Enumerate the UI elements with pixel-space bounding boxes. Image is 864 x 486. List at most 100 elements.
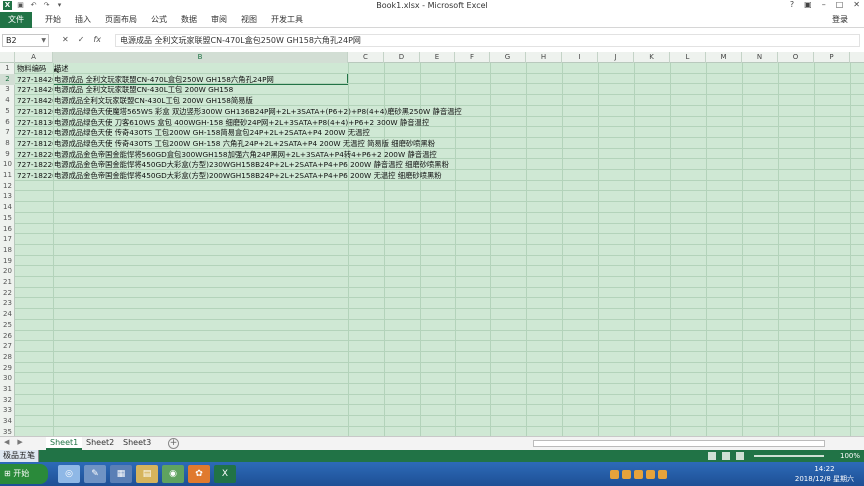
cell-a7[interactable]: 727-18120: [17, 127, 53, 138]
page-layout-view-icon[interactable]: [722, 452, 730, 460]
row-header-7[interactable]: 7: [0, 127, 15, 138]
tab-review[interactable]: 审阅: [204, 12, 234, 28]
cell-b11[interactable]: 电源成品金色帝国金能悍将450GD大彩盒(方型)200WGH158B24P+2L…: [54, 170, 442, 181]
enter-icon[interactable]: ✓: [78, 35, 85, 44]
cell-a2[interactable]: 727-18420: [17, 74, 53, 85]
excel-taskbar-icon[interactable]: X: [214, 465, 236, 483]
select-all-corner[interactable]: [0, 52, 15, 63]
tray-security-icon[interactable]: [634, 469, 643, 479]
cell-b2[interactable]: 电源成品 全利文玩家联盟CN-470L盒包250W GH158六角孔24P网: [54, 74, 274, 85]
cell-a5[interactable]: 727-18120: [17, 106, 53, 117]
column-header-b[interactable]: B: [53, 52, 348, 63]
zoom-level[interactable]: 100%: [840, 450, 860, 462]
row-header-3[interactable]: 3: [0, 84, 15, 95]
row-header-17[interactable]: 17: [0, 234, 15, 245]
page-break-view-icon[interactable]: [736, 452, 744, 460]
chevron-down-icon[interactable]: ▼: [41, 35, 46, 46]
cancel-icon[interactable]: ✕: [62, 35, 69, 44]
minimize-icon[interactable]: –: [822, 0, 826, 9]
column-header-g[interactable]: G: [490, 52, 526, 63]
column-header-d[interactable]: D: [384, 52, 420, 63]
row-header-13[interactable]: 13: [0, 191, 15, 202]
row-header-24[interactable]: 24: [0, 309, 15, 320]
wechat-icon[interactable]: ◉: [162, 465, 184, 483]
tab-view[interactable]: 视图: [234, 12, 264, 28]
cell-b5[interactable]: 电源成品绿色天使魔塔565WS 彩盒 双边竖形300W GH136B24P网+2…: [54, 106, 462, 117]
cell-b10[interactable]: 电源成品金色帝国金能悍将450GD大彩盒(方型)230WGH158B24P+2L…: [54, 159, 449, 170]
cell-a9[interactable]: 727-18220: [17, 149, 53, 160]
tool-icon[interactable]: ✎: [84, 465, 106, 483]
tray-keyboard-icon[interactable]: [610, 469, 619, 479]
row-header-26[interactable]: 26: [0, 331, 15, 342]
tray-network-icon[interactable]: [646, 469, 655, 479]
folder-icon[interactable]: ▤: [136, 465, 158, 483]
row-header-1[interactable]: 1: [0, 63, 15, 74]
row-header-19[interactable]: 19: [0, 256, 15, 267]
row-header-33[interactable]: 33: [0, 405, 15, 416]
clock[interactable]: 14:22 2018/12/8 星期六: [795, 464, 854, 484]
tab-home[interactable]: 开始: [38, 12, 68, 28]
ribbon-display-icon[interactable]: ▣: [804, 0, 812, 9]
worksheet-grid[interactable]: ABCDEFGHIJKLMNOP 1 2 3 4 5 6 7 8 9 10 11 12 13 14 15 16…: [0, 52, 864, 436]
cell-b6[interactable]: 电源成品绿色天使 刀客610WS 盒包 400WGH-158 细磨砂24P网+2…: [54, 117, 429, 128]
tab-insert[interactable]: 插入: [68, 12, 98, 28]
row-header-15[interactable]: 15: [0, 213, 15, 224]
row-header-29[interactable]: 29: [0, 363, 15, 374]
cell-b1[interactable]: 描述: [54, 63, 69, 74]
cell-a4[interactable]: 727-18420: [17, 95, 53, 106]
row-header-11[interactable]: 11: [0, 170, 15, 181]
column-header-h[interactable]: H: [526, 52, 562, 63]
cell-a8[interactable]: 727-18120: [17, 138, 53, 149]
column-header-o[interactable]: O: [778, 52, 814, 63]
row-header-31[interactable]: 31: [0, 384, 15, 395]
row-header-18[interactable]: 18: [0, 245, 15, 256]
ime-indicator[interactable]: 极品五笔: [0, 450, 39, 462]
name-box[interactable]: B2 ▼: [2, 34, 49, 47]
row-header-22[interactable]: 22: [0, 288, 15, 299]
cell-a6[interactable]: 727-18130: [17, 117, 53, 128]
column-header-i[interactable]: I: [562, 52, 598, 63]
row-header-5[interactable]: 5: [0, 106, 15, 117]
sheet-tab-3[interactable]: Sheet3: [119, 437, 155, 450]
login-link[interactable]: 登录: [832, 12, 848, 28]
column-header-k[interactable]: K: [634, 52, 670, 63]
column-header-m[interactable]: M: [706, 52, 742, 63]
column-header-c[interactable]: C: [348, 52, 384, 63]
row-header-32[interactable]: 32: [0, 395, 15, 406]
horizontal-scrollbar[interactable]: [533, 440, 825, 447]
cell-b3[interactable]: 电源成品 全利文玩家联盟CN-430L工包 200W GH158: [54, 84, 233, 95]
row-header-23[interactable]: 23: [0, 298, 15, 309]
add-sheet-icon[interactable]: +: [168, 438, 179, 449]
row-header-30[interactable]: 30: [0, 373, 15, 384]
next-sheet-icon[interactable]: ▶: [17, 438, 22, 446]
sheet-tab-2[interactable]: Sheet2: [82, 437, 118, 450]
maximize-icon[interactable]: □: [836, 0, 844, 9]
cell-a3[interactable]: 727-18420: [17, 84, 53, 95]
tray-volume-icon[interactable]: [658, 469, 667, 479]
tab-page-layout[interactable]: 页面布局: [98, 12, 144, 28]
formula-input[interactable]: 电源成品 全利文玩家联盟CN-470L盒包250W GH158六角孔24P网: [115, 34, 860, 47]
prev-sheet-icon[interactable]: ◀: [4, 438, 9, 446]
help-icon[interactable]: ?: [790, 0, 794, 9]
row-header-8[interactable]: 8: [0, 138, 15, 149]
row-header-28[interactable]: 28: [0, 352, 15, 363]
row-header-16[interactable]: 16: [0, 224, 15, 235]
cell-b8[interactable]: 电源成品绿色天使 传奇430TS 工包200W GH-158 六角孔24P+2L…: [54, 138, 435, 149]
column-header-a[interactable]: A: [15, 52, 53, 63]
cell-a10[interactable]: 727-18220: [17, 159, 53, 170]
column-header-n[interactable]: N: [742, 52, 778, 63]
settings-app-icon[interactable]: ✿: [188, 465, 210, 483]
cell-b9[interactable]: 电源成品金色帝国金能悍将560GD盒包300WGH158加强六角24P黑网+2L…: [54, 149, 437, 160]
row-header-25[interactable]: 25: [0, 320, 15, 331]
row-header-2[interactable]: 2: [0, 73, 15, 85]
cell-area[interactable]: ↖ 物料编码描述727-18420电源成品 全利文玩家联盟CN-470L盒包25…: [15, 63, 864, 436]
row-header-6[interactable]: 6: [0, 117, 15, 128]
column-header-e[interactable]: E: [420, 52, 455, 63]
row-header-9[interactable]: 9: [0, 149, 15, 160]
browser-icon[interactable]: ◎: [58, 465, 80, 483]
cell-a11[interactable]: 727-18220: [17, 170, 53, 181]
cell-b7[interactable]: 电源成品绿色天使 传奇430TS 工包200W GH-158简易盒包24P+2L…: [54, 127, 370, 138]
row-header-35[interactable]: 35: [0, 427, 15, 436]
column-header-p[interactable]: P: [814, 52, 850, 63]
cell-a1[interactable]: 物料编码: [17, 63, 53, 74]
